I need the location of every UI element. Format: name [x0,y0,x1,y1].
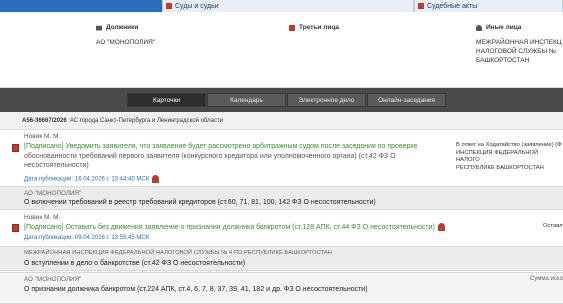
third-parties-column: Третьи лица [289,24,469,38]
document-icon [289,24,295,31]
top-bar: Суды и судьи Судебные акты [0,0,563,12]
courts-icon [166,3,172,9]
row-party: АО "МОНОПОЛИЯ" [24,276,82,283]
row-subject: О включении требований в реестр требован… [24,199,376,206]
nav-tab-online-sessions[interactable]: Онлайн-заседания [367,93,446,107]
nav-tab-electronic-case[interactable]: Электронное дело [287,93,366,107]
other-parties-column: Иные лица МЕЖРАЙОННАЯ ИНСПЕКЦ НАЛОГОВОЙ … [476,24,563,65]
debtors-value[interactable]: АО "МОНОПОЛИЯ" [96,38,276,47]
entry-text[interactable]: [Подписано] Оставить без движения заявле… [24,223,464,233]
debtors-column: Должники АО "МОНОПОЛИЯ" [96,24,276,47]
tab-courts-label: Суды и судьи [175,2,219,10]
judge-name: Новик М. М. [24,214,61,221]
case-number[interactable]: А56-36667/2026 [22,118,67,124]
other-parties-label: Иные лица [486,24,522,31]
table-row[interactable]: АО "МОНОПОЛИЯ" О включении требований в … [0,186,563,210]
entry-text[interactable]: [Подписано] Уведомить заявителя, что зая… [24,142,444,171]
row-party: МЕЖРАЙОННАЯ ИНСПЕКЦИЯ ФЕДЕРАЛЬНОЙ НАЛОГО… [24,250,332,256]
entry-side-note: В ответ на Ходатайство (заявление) (Ф ИН… [456,142,562,171]
signature-badge-icon [437,223,445,232]
third-parties-label: Третьи лица [299,24,340,31]
case-court: АС города Санкт-Петербурга и Ленинградск… [69,117,224,124]
row-background: АО "МОНОПОЛИЯ" О признании должника банк… [0,272,563,304]
list-item: Новик М. М. [Подписано] Уведомить заявит… [0,130,563,184]
parties-panel: Должники АО "МОНОПОЛИЯ" Третьи лица Иные… [0,12,563,88]
table-row[interactable]: МЕЖРАЙОННАЯ ИНСПЕКЦИЯ ФЕДЕРАЛЬНОЙ НАЛОГО… [0,246,563,271]
case-nav: Карточки Календарь Электронное дело Онла… [0,88,563,112]
row-claim-amount: Сумма иско [530,276,563,282]
table-row[interactable]: АО "МОНОПОЛИЯ" О признании должника банк… [0,272,563,304]
tab-acts-label: Судебные акты [427,2,478,10]
person-icon [476,24,482,31]
nav-tab-cards[interactable]: Карточки [127,93,206,107]
nav-tab-calendar[interactable]: Календарь [207,93,286,107]
pdf-icon[interactable] [12,144,19,152]
acts-icon [418,3,424,9]
row-subject: О вступлении в дело о банкротстве (ст.42… [24,260,246,267]
briefcase-icon [96,25,102,31]
publish-date: Дата публикации: 09.04.2026 г. 13:55:45 … [24,235,150,241]
publish-date: Дата публикации: 16.04.2026 г. 13:44:40 … [24,175,160,183]
row-party: АО "МОНОПОЛИЯ" [24,190,82,197]
case-title-bar: А56-36667/2026 АС города Санкт-Петербург… [0,112,563,130]
signature-badge-icon [152,175,160,183]
judge-name: Новик М. М. [24,133,61,140]
tab-courts-judges[interactable]: Суды и судьи [162,0,414,12]
pdf-icon[interactable] [12,224,19,232]
entry-side-note: Оставл [543,223,563,229]
debtors-label: Должники [106,24,139,31]
tab-court-acts[interactable]: Судебные акты [414,0,563,12]
other-parties-value[interactable]: МЕЖРАЙОННАЯ ИНСПЕКЦ НАЛОГОВОЙ СЛУЖБЫ № Б… [476,38,563,65]
row-subject: О признании должника банкротом (ст.224 А… [24,286,368,293]
list-item: Новик М. М. [Подписано] Оставить без дви… [0,211,563,245]
